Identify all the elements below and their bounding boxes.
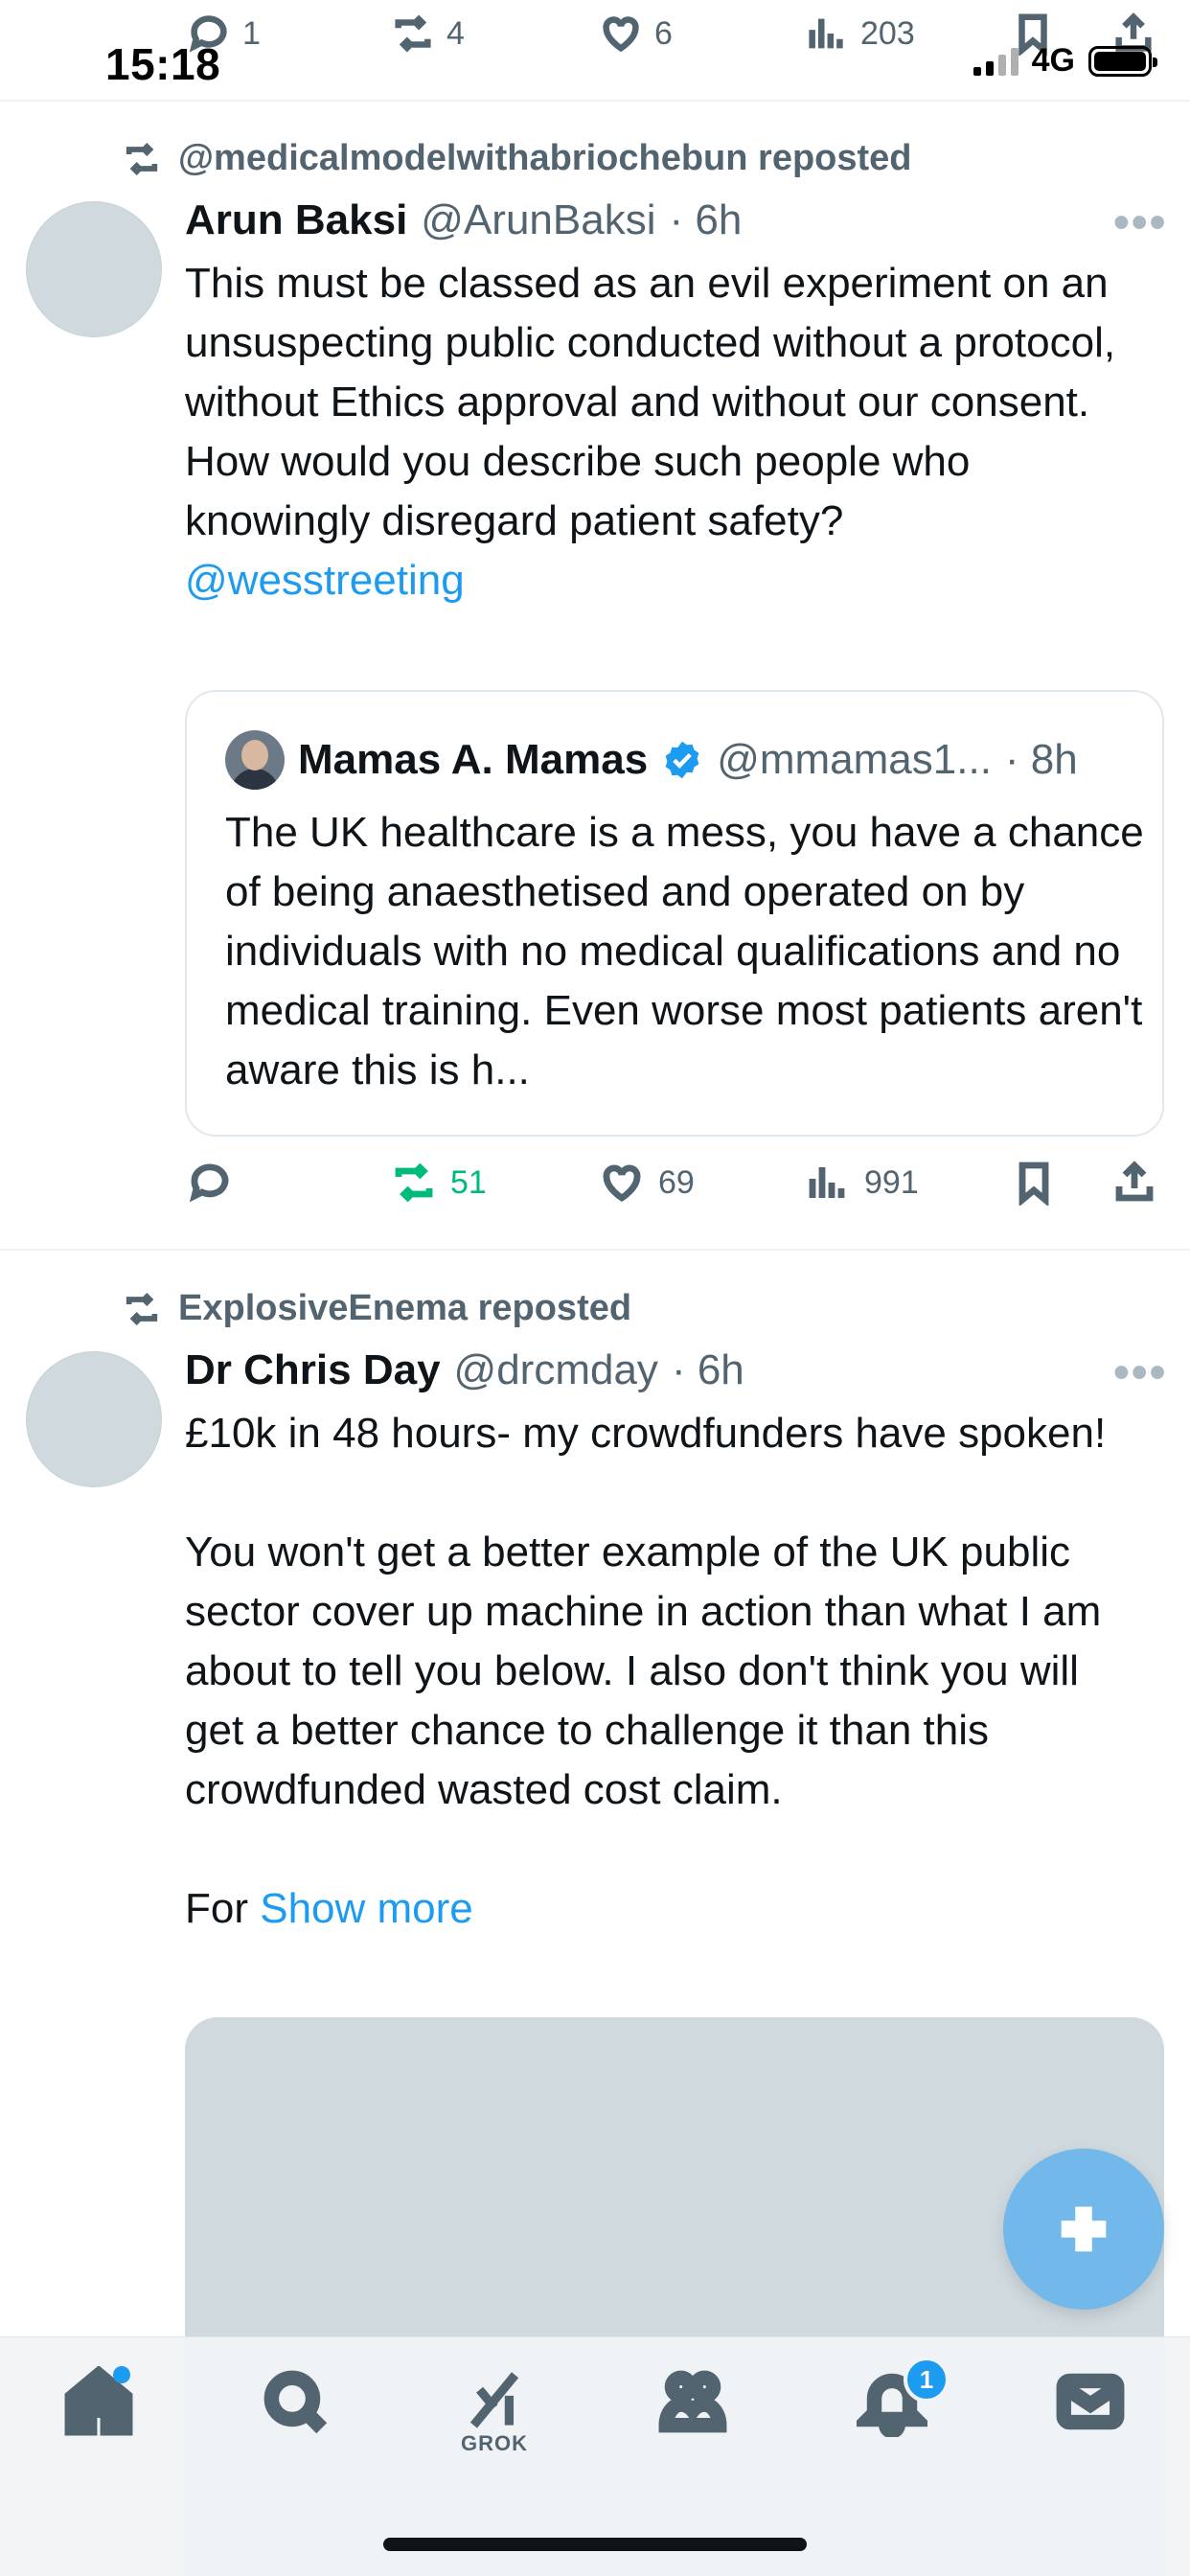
mention-link[interactable]: @wesstreeting — [185, 557, 465, 604]
tweet-body: £10k in 48 hours- my crowdfunders have s… — [185, 1410, 1107, 1932]
quoted-author-handle: @mmamas1... — [717, 736, 992, 783]
heart-icon — [603, 16, 639, 53]
communities-icon — [658, 2370, 727, 2433]
new-posts-dot — [113, 2366, 130, 2383]
quoted-tweet-text: The UK healthcare is a mess, you have a … — [225, 809, 1144, 1093]
divider — [0, 100, 1190, 102]
signal-icon — [973, 47, 1018, 76]
author-name[interactable]: Arun Baksi — [185, 196, 407, 244]
mail-icon — [1056, 2373, 1125, 2430]
compose-button[interactable] — [1003, 2149, 1164, 2310]
tweet-body: This must be classed as an evil experime… — [185, 260, 1116, 544]
tab-grok[interactable]: GROK — [451, 2366, 538, 2472]
divider — [0, 1249, 1190, 1251]
bookmark-button[interactable] — [1011, 1160, 1057, 1206]
author-name[interactable]: Dr Chris Day — [185, 1346, 441, 1394]
verified-badge-icon — [665, 741, 699, 779]
reply-button[interactable] — [187, 1160, 246, 1206]
views-button[interactable]: 991 — [805, 1160, 919, 1206]
like-button[interactable]: 6 — [599, 12, 673, 56]
system-status-icons: 4G — [973, 42, 1157, 80]
share-icon — [1115, 1161, 1154, 1202]
show-more-link[interactable]: Show more — [260, 1885, 473, 1932]
tab-messages[interactable] — [1047, 2366, 1133, 2472]
repost-icon — [395, 14, 431, 53]
status-time: 15:18 — [105, 39, 221, 89]
avatar[interactable] — [26, 201, 162, 337]
grok-label: GROK — [461, 2431, 528, 2455]
like-button[interactable]: 69 — [599, 1160, 695, 1206]
views-button[interactable]: 203 — [805, 12, 915, 56]
plus-icon — [1061, 2206, 1107, 2252]
home-indicator — [383, 2538, 807, 2551]
tweet-time: · 6h — [669, 196, 743, 243]
avatar[interactable] — [26, 1351, 162, 1487]
repost-icon — [126, 1292, 158, 1325]
network-label: 4G — [1031, 42, 1075, 79]
repost-button[interactable]: 51 — [391, 1160, 487, 1206]
quoted-tweet-card[interactable]: Mamas A. Mamas @mmamas1... · 8h The UK h… — [185, 690, 1164, 1137]
like-count: 6 — [654, 14, 673, 52]
tweet-header: Arun Baksi @ArunBaksi · 6h — [185, 196, 742, 244]
repost-context-label: @medicalmodelwithabriochebun reposted — [178, 138, 912, 178]
more-options-icon[interactable]: ••• — [1113, 196, 1167, 249]
repost-count: 4 — [446, 14, 465, 52]
tab-search[interactable] — [252, 2366, 338, 2472]
reply-icon — [189, 1163, 229, 1203]
tab-communities[interactable] — [650, 2366, 736, 2472]
tweet-time: · 6h — [671, 1346, 744, 1393]
bookmark-icon — [1018, 1162, 1049, 1206]
quoted-tweet-time: · 8h — [1004, 736, 1078, 783]
repost-context[interactable]: ExplosiveEnema reposted — [123, 1288, 631, 1329]
tweet-text: £10k in 48 hours- my crowdfunders have s… — [185, 1404, 1143, 1939]
battery-icon — [1088, 45, 1157, 77]
views-count: 991 — [864, 1163, 919, 1201]
quoted-author-name: Mamas A. Mamas — [298, 736, 649, 783]
reply-count: 1 — [242, 14, 261, 52]
tab-home[interactable] — [56, 2366, 142, 2472]
views-count: 203 — [860, 14, 915, 52]
quoted-tweet-header: Mamas A. Mamas @mmamas1... · 8h — [225, 730, 1078, 790]
repost-button[interactable]: 4 — [391, 12, 465, 56]
search-icon — [263, 2370, 328, 2434]
notification-badge: 1 — [904, 2357, 950, 2403]
like-count: 69 — [658, 1163, 695, 1201]
repost-context[interactable]: @medicalmodelwithabriochebun reposted — [123, 138, 912, 179]
tweet-text: This must be classed as an evil experime… — [185, 254, 1143, 610]
author-handle[interactable]: @ArunBaksi — [421, 196, 655, 244]
repost-icon — [395, 1162, 433, 1203]
views-icon — [809, 18, 843, 49]
views-icon — [809, 1167, 845, 1198]
more-options-icon[interactable]: ••• — [1113, 1346, 1167, 1399]
repost-count: 51 — [450, 1163, 487, 1201]
repost-icon — [126, 142, 158, 175]
heart-icon — [603, 1164, 641, 1203]
author-handle[interactable]: @drcmday — [454, 1346, 658, 1394]
tweet-header: Dr Chris Day @drcmday · 6h — [185, 1346, 744, 1394]
grok-icon — [469, 2372, 519, 2428]
tweet-actions: 51 69 991 — [0, 1160, 1190, 1217]
quoted-avatar — [225, 730, 285, 790]
repost-context-label: ExplosiveEnema reposted — [178, 1288, 632, 1328]
share-button[interactable] — [1111, 1160, 1157, 1206]
